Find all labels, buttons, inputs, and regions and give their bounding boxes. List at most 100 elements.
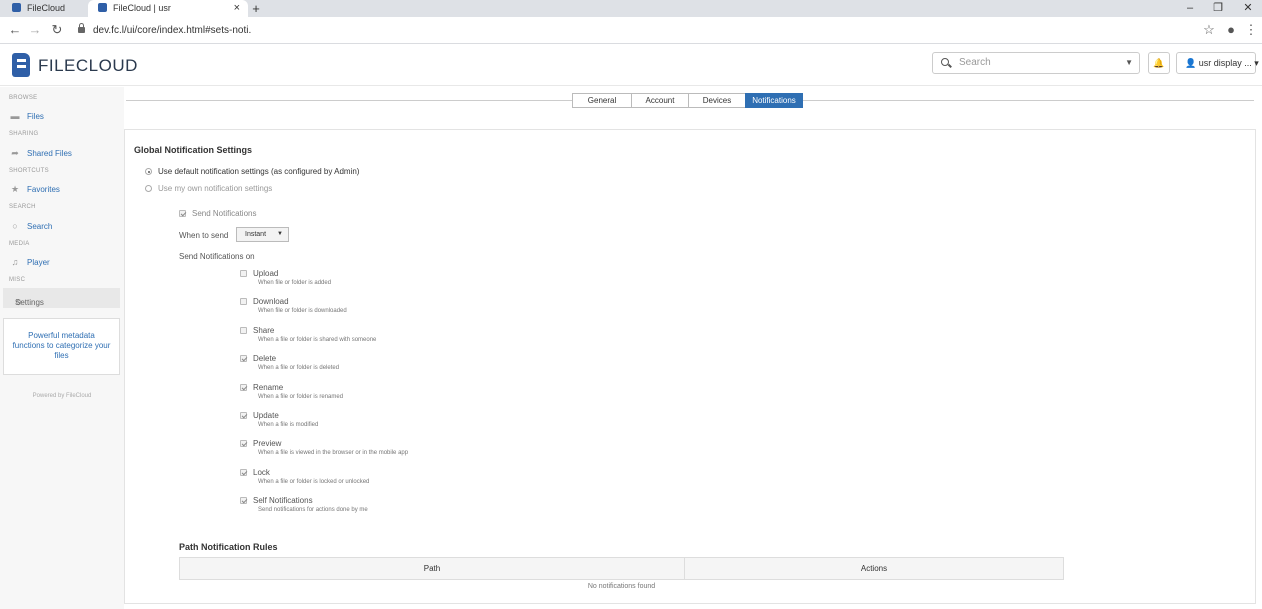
close-tab-icon[interactable]: × <box>234 0 240 17</box>
sidebar-item-search[interactable]: ○ Search <box>9 221 52 231</box>
browser-tab-filecloud-usr[interactable]: FileCloud | usr × <box>88 0 248 17</box>
radio-default-settings[interactable]: Use default notification settings (as co… <box>145 167 359 176</box>
new-tab-button[interactable]: + <box>248 0 264 17</box>
when-to-send-select[interactable]: Instant ▼ <box>236 227 289 242</box>
radio-icon <box>145 185 152 192</box>
radio-label: Use my own notification settings <box>158 184 273 193</box>
forward-icon[interactable]: → <box>26 21 44 39</box>
option-description: When a file or folder is shared with som… <box>258 336 377 343</box>
option-description: When file or folder is added <box>258 280 332 286</box>
search-placeholder: Search <box>959 57 991 68</box>
sidebar-item-label: Search <box>27 222 53 231</box>
checkbox-icon[interactable] <box>240 412 247 419</box>
notify-option-upload[interactable]: Upload When file or folder is added <box>240 269 331 286</box>
profile-icon[interactable]: ● <box>1222 21 1240 39</box>
reload-icon[interactable]: ↻ <box>48 21 66 39</box>
checkbox-icon <box>179 210 186 217</box>
back-icon[interactable]: ← <box>6 21 24 39</box>
path-rules-title: Path Notification Rules <box>179 542 278 552</box>
logo-text: FILECLOUD <box>38 56 138 75</box>
option-label: Preview <box>253 439 282 449</box>
music-icon: ♫ <box>11 257 19 267</box>
sidebar-item-favorites[interactable]: ★ Favorites <box>9 184 60 195</box>
checkbox-icon[interactable] <box>240 440 247 448</box>
path-rules-table: Path Actions No notifications found <box>179 557 1064 594</box>
metadata-promo[interactable]: Powerful metadata functions to categoriz… <box>3 318 120 375</box>
notification-bell-icon[interactable]: 🔔 <box>1148 52 1170 74</box>
sidebar-heading-shortcuts: SHORTCUTS <box>9 168 49 174</box>
send-notifications-checkbox[interactable]: Send Notifications <box>179 209 256 218</box>
checkbox-icon[interactable] <box>240 383 247 391</box>
search-input[interactable]: Search ▼ <box>932 52 1140 74</box>
option-description: When file or folder is downloaded <box>258 308 347 315</box>
option-label: Update <box>253 411 279 420</box>
address-bar[interactable]: dev.fc.l/ui/core/index.html#sets-noti. <box>74 21 1194 40</box>
sidebar-item-label: Favorites <box>27 185 60 194</box>
bookmark-star-icon[interactable]: ☆ <box>1200 21 1218 39</box>
chevron-down-icon[interactable]: ▼ <box>1125 53 1133 73</box>
checkbox-icon[interactable] <box>240 298 247 306</box>
sidebar-item-label: Player <box>27 258 50 267</box>
tab-title: FileCloud | usr <box>113 3 171 13</box>
chevron-down-icon: ▼ <box>277 231 283 237</box>
checkbox-label: Send Notifications <box>192 209 257 218</box>
option-description: When a file or folder is deleted <box>258 365 340 372</box>
checkbox-icon[interactable] <box>240 326 247 334</box>
notify-option-share[interactable]: Share When a file or folder is shared wit… <box>240 326 376 343</box>
browser-tab-filecloud[interactable]: FileCloud <box>0 0 88 17</box>
tab-general[interactable]: General <box>572 93 632 108</box>
notify-option-delete[interactable]: Delete When a file or folder is deleted <box>240 354 339 371</box>
when-to-send-label: When to send <box>179 231 229 240</box>
sidebar-item-shared-files[interactable]: ➦ Shared Files <box>9 148 72 159</box>
sidebar-item-settings[interactable]: ⚙ Settings <box>3 288 120 308</box>
radio-selected-icon <box>145 168 152 175</box>
star-icon: ★ <box>10 184 20 194</box>
sidebar-heading-media: MEDIA <box>9 241 30 247</box>
notify-option-lock[interactable]: Lock When a file or folder is locked or u… <box>240 467 369 485</box>
tab-notifications[interactable]: Notifications <box>745 93 803 108</box>
tab-account[interactable]: Account <box>631 93 689 108</box>
notify-option-update[interactable]: Update When a file is modified <box>240 411 318 428</box>
notify-option-download[interactable]: Download When file or folder is downloade… <box>240 297 347 314</box>
user-menu-button[interactable]: 👤 usr display ... ▾ <box>1176 52 1259 74</box>
minimize-icon[interactable]: – <box>1178 0 1202 17</box>
sidebar-item-files[interactable]: ▬ Files <box>9 111 44 121</box>
checkbox-icon[interactable] <box>240 468 247 476</box>
checkbox-icon[interactable] <box>240 270 247 277</box>
notify-option-rename[interactable]: Rename When a file or folder is renamed <box>240 382 343 400</box>
share-icon: ➦ <box>11 148 19 158</box>
user-label: usr display ... <box>1198 58 1252 68</box>
tab-devices[interactable]: Devices <box>688 93 746 108</box>
lock-icon <box>78 23 85 33</box>
powered-by-text: Powered by FileCloud <box>32 393 92 399</box>
radio-label: Use default notification settings (as co… <box>158 167 360 176</box>
notify-option-self-notifications[interactable]: Self Notifications Send notifications for… <box>240 496 368 513</box>
sidebar-item-label: Files <box>27 112 44 121</box>
column-actions[interactable]: Actions <box>684 557 1064 580</box>
notify-option-preview[interactable]: Preview When a file is viewed in the brow… <box>240 439 408 456</box>
sidebar-item-label: Settings <box>15 298 44 307</box>
radio-own-settings[interactable]: Use my own notification settings <box>145 184 272 193</box>
checkbox-icon[interactable] <box>240 355 247 363</box>
filecloud-favicon-icon <box>98 3 107 12</box>
chevron-down-icon: ▾ <box>1254 58 1259 68</box>
menu-icon[interactable]: ⋮ <box>1242 21 1260 39</box>
close-window-icon[interactable]: ✕ <box>1236 0 1260 17</box>
maximize-icon[interactable]: ❐ <box>1206 0 1230 17</box>
select-value: Instant <box>245 231 267 238</box>
filecloud-favicon-icon <box>12 3 21 12</box>
search-icon: ○ <box>12 221 18 231</box>
option-label: Lock <box>253 467 270 477</box>
option-description: When a file is viewed in the browser or … <box>258 450 409 457</box>
sidebar-heading-misc: MISC <box>9 277 26 283</box>
filecloud-logo[interactable]: FILECLOUD <box>12 53 152 79</box>
sidebar-heading-search: SEARCH <box>9 204 36 210</box>
global-notification-title: Global Notification Settings <box>134 145 253 155</box>
browser-toolbar: ← → ↻ dev.fc.l/ui/core/index.html#sets-n… <box>0 17 1262 44</box>
option-label: Upload <box>253 269 279 278</box>
sidebar-item-player[interactable]: ♫ Player <box>9 257 50 267</box>
checkbox-icon[interactable] <box>240 497 247 505</box>
column-path[interactable]: Path <box>179 557 685 580</box>
tab-title: FileCloud <box>27 3 66 13</box>
option-label: Rename <box>253 382 284 392</box>
